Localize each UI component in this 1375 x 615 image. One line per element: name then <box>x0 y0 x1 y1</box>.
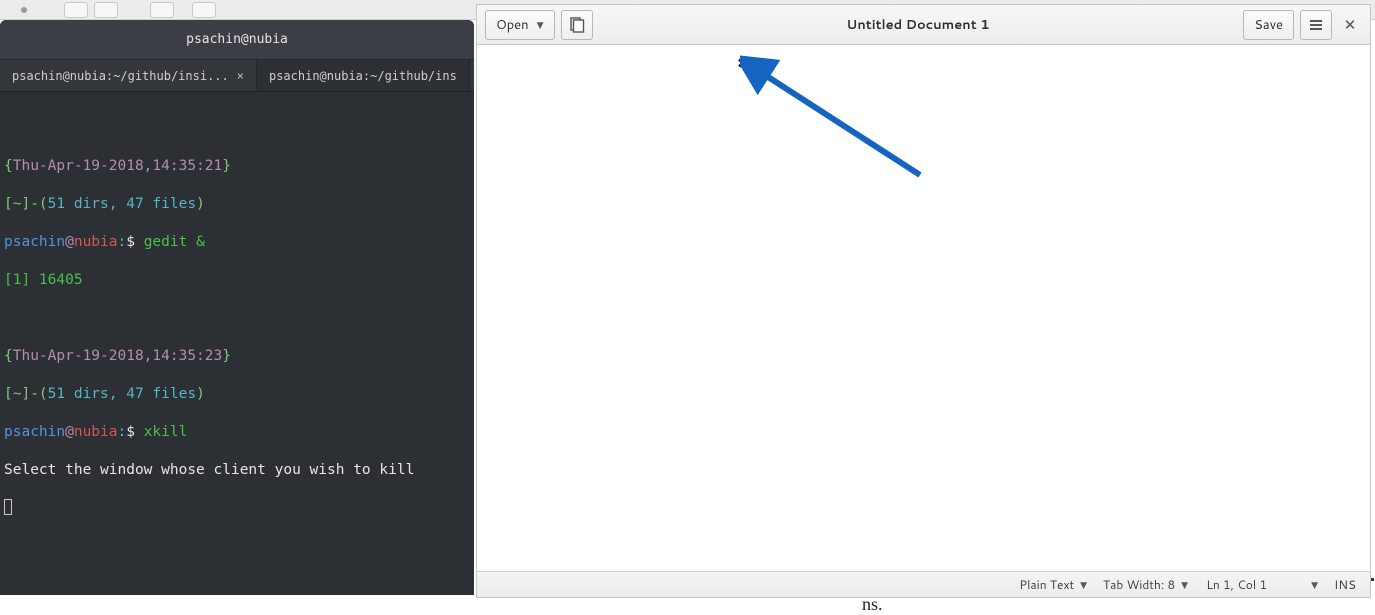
terminal-tabs: psachin@nubia:~/github/insi... × psachin… <box>0 60 474 92</box>
status-tabwidth[interactable]: Tab Width: 8 ▼ <box>1095 576 1196 593</box>
status-language-label: Plain Text <box>1019 576 1074 593</box>
gedit-headerbar[interactable]: Open ▼ Untitled Document 1 Save <box>477 5 1370 45</box>
panel-button <box>94 2 118 18</box>
headerbar-right: Save ✕ <box>1243 10 1362 40</box>
terminal-line: psachin@nubia:$ xkill <box>4 423 470 442</box>
terminal-tab[interactable]: psachin@nubia:~/github/ins <box>257 60 470 91</box>
text-editor-area[interactable] <box>477 45 1370 571</box>
terminal-title: psachin@nubia <box>186 32 288 47</box>
terminal-cursor <box>4 499 12 515</box>
hamburger-icon <box>1309 18 1323 32</box>
window-title: Untitled Document 1 <box>599 16 1238 34</box>
chevron-down-icon: ▼ <box>1181 578 1188 591</box>
panel-button <box>64 2 88 18</box>
new-tab-button[interactable] <box>561 10 593 40</box>
terminal-titlebar[interactable]: psachin@nubia <box>0 20 474 60</box>
status-position[interactable]: Ln 1, Col 1 ▼ <box>1196 576 1326 593</box>
status-insert-mode[interactable]: INS <box>1326 576 1364 593</box>
chevron-down-icon: ▼ <box>1311 578 1318 591</box>
save-button[interactable]: Save <box>1243 10 1294 40</box>
background-page-dot <box>1371 578 1374 581</box>
terminal-tab-label: psachin@nubia:~/github/ins <box>269 69 457 83</box>
open-button-label: Open <box>496 16 529 34</box>
panel-button <box>192 2 216 18</box>
terminal-line <box>4 309 470 328</box>
open-button[interactable]: Open ▼ <box>485 10 555 40</box>
status-tabwidth-label: Tab Width: 8 <box>1103 576 1175 593</box>
status-bar: Plain Text ▼ Tab Width: 8 ▼ Ln 1, Col 1 … <box>477 571 1370 597</box>
chevron-down-icon: ▼ <box>1080 578 1087 591</box>
gedit-window: Open ▼ Untitled Document 1 Save <box>477 5 1370 597</box>
terminal-line: Select the window whose client you wish … <box>4 461 470 480</box>
terminal-line: {Thu-Apr-19-2018,14:35:21} <box>4 157 470 176</box>
terminal-tab[interactable]: psachin@nubia:~/github/insi... × <box>0 60 257 91</box>
close-icon[interactable]: × <box>237 69 244 83</box>
terminal-line: psachin@nubia:$ gedit & <box>4 233 470 252</box>
terminal-line: {Thu-Apr-19-2018,14:35:23} <box>4 347 470 366</box>
status-position-label: Ln 1, Col 1 <box>1206 576 1267 593</box>
terminal-window: psachin@nubia psachin@nubia:~/github/ins… <box>0 20 474 595</box>
chevron-down-icon: ▼ <box>537 18 544 31</box>
terminal-line <box>4 499 470 519</box>
headerbar-left: Open ▼ <box>485 10 593 40</box>
status-language[interactable]: Plain Text ▼ <box>1011 576 1095 593</box>
terminal-line: [1] 16405 <box>4 271 470 290</box>
save-button-label: Save <box>1254 16 1283 34</box>
status-mode-label: INS <box>1334 576 1356 593</box>
panel-button <box>150 2 174 18</box>
terminal-line <box>4 119 470 138</box>
terminal-line: [~]-(51 dirs, 47 files) <box>4 385 470 404</box>
xkill-cursor-icon: ✖ <box>737 53 749 73</box>
terminal-output[interactable]: {Thu-Apr-19-2018,14:35:21} [~]-(51 dirs,… <box>0 92 474 561</box>
new-document-icon <box>569 17 585 33</box>
close-icon: ✕ <box>1344 14 1357 35</box>
background-page-text: ns. <box>862 594 883 615</box>
terminal-line: [~]-(51 dirs, 47 files) <box>4 195 470 214</box>
panel-dot <box>21 7 27 13</box>
terminal-tab-label: psachin@nubia:~/github/insi... <box>12 69 229 83</box>
menu-button[interactable] <box>1300 10 1332 40</box>
close-button[interactable]: ✕ <box>1338 14 1362 35</box>
